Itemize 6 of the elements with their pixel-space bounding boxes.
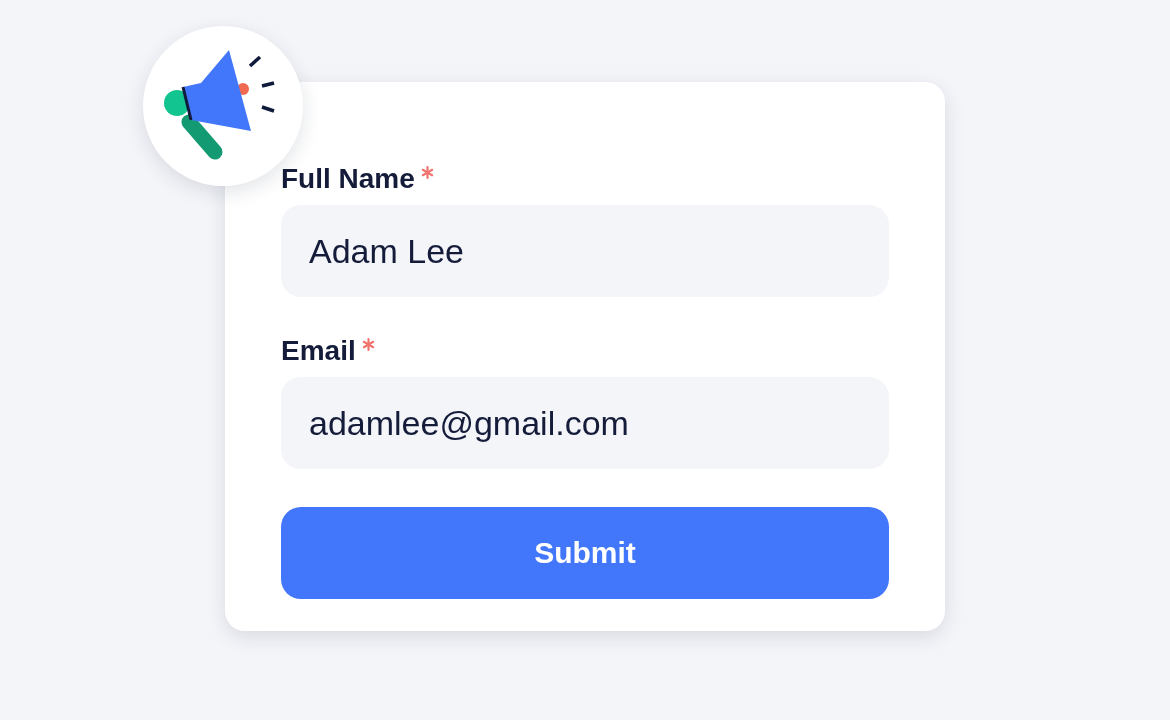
submit-button[interactable]: Submit xyxy=(281,507,889,599)
megaphone-icon xyxy=(163,48,276,161)
input-field[interactable]: Adam Lee xyxy=(281,205,889,297)
input-field[interactable]: adamlee@gmail.com xyxy=(281,377,889,469)
field-label: Full Name xyxy=(281,163,415,195)
field-label: Email xyxy=(281,335,356,367)
